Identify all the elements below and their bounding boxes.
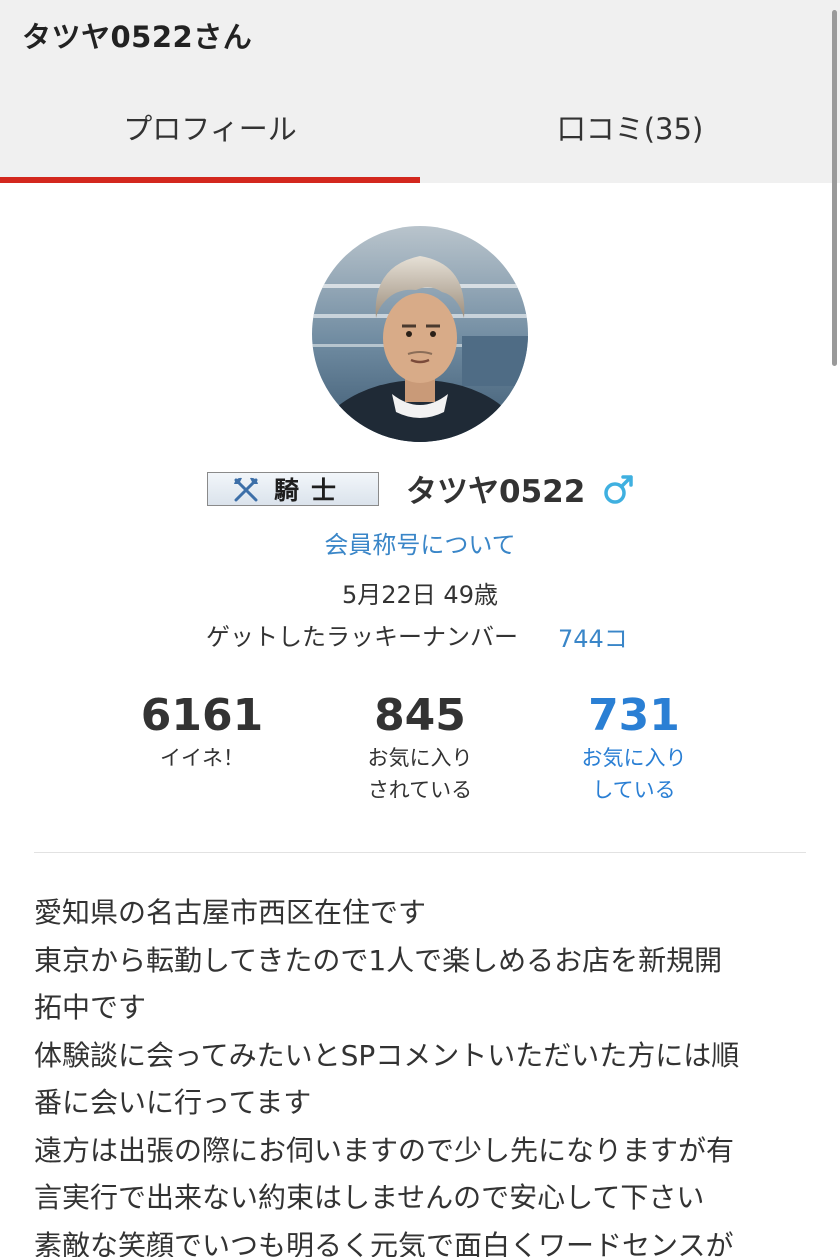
divider bbox=[34, 852, 806, 853]
favorited-by-count: 845 bbox=[374, 690, 466, 741]
bio-line: 番に会いに行ってます bbox=[34, 1086, 312, 1119]
stat-favorited-by: 845 お気に入り されている bbox=[310, 690, 530, 806]
stat-favoriting[interactable]: 731 お気に入り している bbox=[524, 690, 744, 806]
rank-badge: 騎士 bbox=[207, 472, 379, 506]
bio-line: 体験談に会ってみたいとSPコメントいただいた方には順 bbox=[34, 1038, 740, 1072]
username: タツヤ0522 bbox=[406, 474, 586, 510]
likes-count: 6161 bbox=[140, 690, 264, 741]
member-title-link[interactable]: 会員称号について bbox=[0, 525, 840, 560]
page-title: タツヤ0522さん bbox=[22, 20, 253, 54]
bio-text: 愛知県の名古屋市西区在住です 東京から転勤してきたので1人で楽しめるお店を新規開… bbox=[34, 889, 814, 1257]
profile-page: タツヤ0522さん プロフィール 口コミ(35) 騎士 タツヤ0522 会員称号… bbox=[0, 0, 840, 1257]
favoriting-count[interactable]: 731 bbox=[524, 690, 744, 742]
bio-line: 東京から転勤してきたので1人で楽しめるお店を新規開 bbox=[34, 943, 723, 977]
tab-profile[interactable]: プロフィール bbox=[0, 80, 420, 183]
stat-likes: 6161 イイネ！ bbox=[92, 690, 312, 774]
lucky-number-count[interactable]: 744コ bbox=[558, 619, 628, 654]
avatar-photo bbox=[312, 226, 528, 442]
bio-line: 遠方は出張の際にお伺いますので少し先になりますが有 bbox=[34, 1133, 735, 1167]
rank-label: 騎士 bbox=[274, 476, 349, 505]
lucky-number-label: ゲットしたラッキーナンバー bbox=[206, 623, 518, 651]
male-symbol-icon bbox=[604, 475, 633, 504]
bio-line: 愛知県の名古屋市西区在住です bbox=[34, 896, 427, 929]
header-area: タツヤ0522さん プロフィール 口コミ(35) bbox=[0, 0, 840, 183]
favoriting-label[interactable]: お気に入り している bbox=[524, 742, 744, 806]
bio-line: 拓中です bbox=[34, 991, 147, 1024]
birthday-age: 5月22日 49歳 bbox=[342, 581, 498, 609]
tab-reviews[interactable]: 口コミ(35) bbox=[420, 80, 840, 183]
active-tab-indicator bbox=[0, 177, 420, 183]
bio-line: 言実行で出来ない約束はしませんので安心して下さい bbox=[34, 1181, 705, 1214]
likes-label: イイネ！ bbox=[160, 746, 244, 770]
tab-profile-label: プロフィール bbox=[123, 112, 297, 146]
bio-line: 素敵な笑顔でいつも明るく元気で面白くワードセンスが bbox=[34, 1228, 734, 1257]
tab-reviews-label: 口コミ(35) bbox=[556, 112, 704, 146]
favorited-by-label: お気に入り されている bbox=[367, 746, 473, 802]
avatar bbox=[312, 226, 528, 442]
scrollbar[interactable] bbox=[832, 10, 837, 366]
crossed-axes-icon bbox=[234, 477, 258, 502]
